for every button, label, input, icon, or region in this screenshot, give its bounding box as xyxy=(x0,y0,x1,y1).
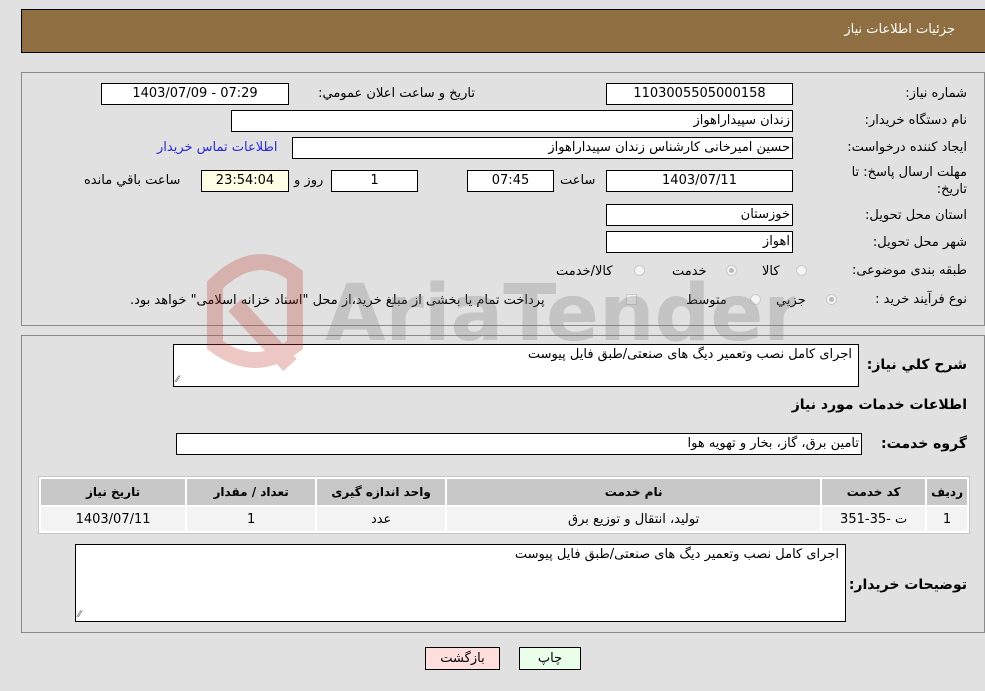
col-unit: واحد اندازه گيری xyxy=(317,479,446,505)
time-remaining-label: ساعت باقي مانده xyxy=(84,173,181,188)
category-radio-service[interactable] xyxy=(726,265,737,276)
services-table: رديف کد خدمت نام خدمت واحد اندازه گيری ت… xyxy=(39,477,969,533)
col-need-date: تاريخ نياز xyxy=(41,479,186,505)
deadline-time-field[interactable]: 07:45 xyxy=(467,170,554,192)
category-option-goods-service: کالا/خدمت xyxy=(556,264,613,279)
col-service-code: کد خدمت xyxy=(822,479,926,505)
page-header: جزئیات اطلاعات نیاز xyxy=(21,9,985,53)
resize-grip-icon[interactable]: ⁄⁄ xyxy=(176,375,179,385)
col-service-name: نام خدمت xyxy=(447,479,821,505)
requester-label: ايجاد کننده درخواست: xyxy=(847,140,967,155)
cell-need-date: 1403/07/11 xyxy=(41,507,186,531)
treasury-note: پرداخت تمام يا بخشی از مبلغ خريد،از محل … xyxy=(130,293,545,308)
buyer-notes-text: اجرای کامل نصب وتعمیر دیگ های صنعتی/طبق … xyxy=(514,547,839,562)
print-button[interactable]: چاپ xyxy=(519,647,581,670)
province-field[interactable]: خوزستان xyxy=(606,204,793,226)
need-number-field[interactable]: 1103005505000158 xyxy=(606,83,793,105)
summary-textarea[interactable]: اجرای کامل نصب وتعمیر دیگ های صنعتی/طبق … xyxy=(173,344,859,387)
col-row-number: رديف xyxy=(927,479,967,505)
services-table-wrap: رديف کد خدمت نام خدمت واحد اندازه گيری ت… xyxy=(38,476,970,534)
purchase-type-radio-minor[interactable] xyxy=(826,294,837,305)
resize-grip-icon[interactable]: ⁄⁄ xyxy=(78,610,81,620)
need-number-label: شماره نیاز: xyxy=(905,86,967,101)
treasury-checkbox[interactable] xyxy=(626,294,637,305)
page-title: جزئیات اطلاعات نیاز xyxy=(844,22,955,37)
buyer-org-field[interactable]: زندان سپیداراهواز xyxy=(231,110,793,132)
buyer-notes-textarea[interactable]: اجرای کامل نصب وتعمیر دیگ های صنعتی/طبق … xyxy=(75,544,846,622)
purchase-type-option-medium: متوسط xyxy=(686,293,727,308)
cell-quantity: 1 xyxy=(187,507,316,531)
cell-service-code: ت -35-351 xyxy=(822,507,926,531)
purchase-type-radio-medium[interactable] xyxy=(750,294,761,305)
buyer-notes-label: توضيحات خريدار: xyxy=(848,577,967,593)
service-group-field[interactable]: تامین برق، گاز، بخار و تهویه هوا xyxy=(176,433,862,455)
deadline-label-line2: تاریخ: xyxy=(936,182,967,197)
category-label: طبقه بندی موضوعی: xyxy=(851,263,967,278)
summary-label: شرح كلي نياز: xyxy=(866,357,967,373)
time-remaining-field: 23:54:04 xyxy=(201,170,289,192)
province-label: استان محل تحويل: xyxy=(865,208,967,223)
summary-text: اجرای کامل نصب وتعمیر دیگ های صنعتی/طبق … xyxy=(527,347,852,362)
announce-datetime-label: تاريخ و ساعت اعلان عمومي: xyxy=(318,86,475,101)
purchase-type-option-minor: جزيي xyxy=(776,293,806,308)
table-row: 1 ت -35-351 تولید، انتقال و توزیع برق عد… xyxy=(41,507,967,531)
deadline-label: مهلت ارسال پاسخ: تا xyxy=(851,165,967,180)
buyer-org-label: نام دستگاه خريدار: xyxy=(864,113,967,128)
category-option-goods: کالا xyxy=(762,264,780,279)
category-radio-goods[interactable] xyxy=(796,265,807,276)
requester-field[interactable]: حسین امیرخانی کارشناس زندان سپیداراهواز xyxy=(292,137,793,159)
category-option-service: خدمت xyxy=(672,264,707,279)
deadline-date-field[interactable]: 1403/07/11 xyxy=(606,170,793,192)
services-heading: اطلاعات خدمات مورد نياز xyxy=(791,397,967,413)
category-radio-goods-service[interactable] xyxy=(634,265,645,276)
purchase-type-label: نوع فرآيند خريد : xyxy=(875,292,967,307)
announce-datetime-field[interactable]: 1403/07/09 - 07:29 xyxy=(101,83,289,105)
days-remaining-field[interactable]: 1 xyxy=(331,170,418,192)
cell-unit: عدد xyxy=(317,507,446,531)
cell-service-name: تولید، انتقال و توزیع برق xyxy=(447,507,821,531)
deadline-time-label: ساعت xyxy=(560,173,596,188)
table-header-row: رديف کد خدمت نام خدمت واحد اندازه گيری ت… xyxy=(41,479,967,505)
days-label: روز و xyxy=(294,173,324,188)
col-quantity: تعداد / مقدار xyxy=(187,479,316,505)
city-label: شهر محل تحويل: xyxy=(872,235,967,250)
cell-row-number: 1 xyxy=(927,507,967,531)
city-field[interactable]: اهواز xyxy=(606,231,793,253)
buyer-contact-link[interactable]: اطلاعات تماس خريدار xyxy=(157,140,277,155)
service-group-label: گروه خدمت: xyxy=(881,436,967,452)
back-button[interactable]: بازگشت xyxy=(425,647,500,670)
